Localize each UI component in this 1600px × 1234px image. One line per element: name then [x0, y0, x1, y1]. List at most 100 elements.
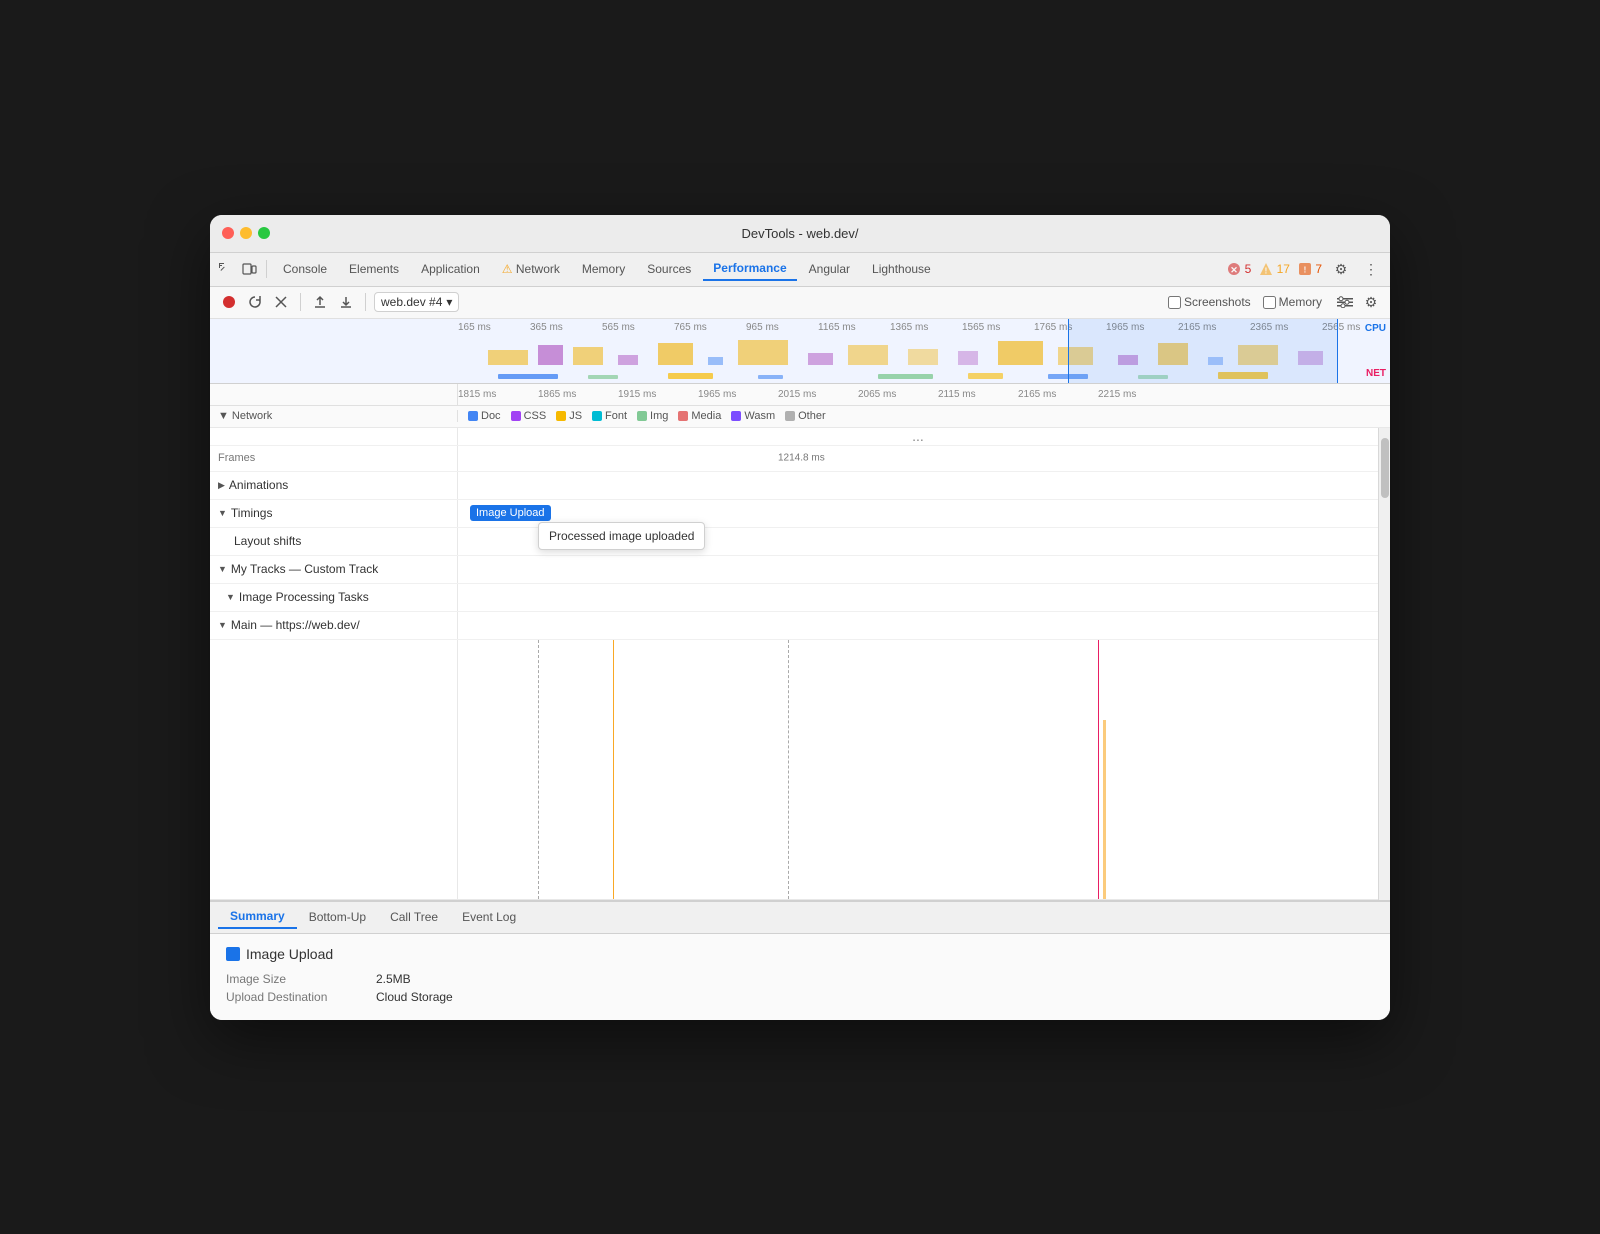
- reload-record-button[interactable]: [244, 291, 266, 313]
- my-tracks-content: [458, 556, 1378, 583]
- tab-console[interactable]: Console: [273, 258, 337, 280]
- font-dot: [592, 411, 602, 421]
- animations-label[interactable]: ▶ Animations: [210, 472, 458, 499]
- js-dot: [556, 411, 566, 421]
- settings-perf-icon[interactable]: ⚙: [1360, 291, 1382, 313]
- ruler2-label-col: [210, 384, 458, 405]
- timings-row[interactable]: ▼ Timings Image Upload Processed image u…: [210, 500, 1378, 528]
- tick-2015: 2015 ms: [778, 389, 816, 400]
- legend-css: CSS: [511, 410, 547, 422]
- network-legend: ▼ Network Doc CSS JS Font Img: [210, 406, 1390, 428]
- clear-button[interactable]: [270, 291, 292, 313]
- tab-summary[interactable]: Summary: [218, 905, 297, 929]
- my-tracks-collapse-icon[interactable]: ▼: [218, 564, 227, 574]
- tab-elements[interactable]: Elements: [339, 258, 409, 280]
- inspect-icon[interactable]: [214, 258, 236, 280]
- layout-shifts-label: Layout shifts: [210, 528, 458, 555]
- warning-badge: ! 17: [1259, 262, 1290, 277]
- yellow-block: [1103, 720, 1106, 899]
- overview-chart[interactable]: 165 ms 365 ms 565 ms 765 ms 965 ms 1165 …: [458, 319, 1390, 383]
- close-button[interactable]: [222, 227, 234, 239]
- image-processing-label[interactable]: ▼ Image Processing Tasks: [210, 584, 458, 611]
- network-legend-label[interactable]: ▼ Network: [210, 410, 458, 422]
- my-tracks-label[interactable]: ▼ My Tracks — Custom Track: [210, 556, 458, 583]
- summary-color-block: [226, 947, 240, 961]
- cpu-label: CPU: [1365, 323, 1386, 334]
- other-dot: [785, 411, 795, 421]
- frames-timestamp: 1214.8 ms: [778, 453, 825, 464]
- error-badge: ✕ 5: [1227, 262, 1251, 277]
- main-collapse-icon[interactable]: ▼: [218, 620, 227, 630]
- main-thread-row[interactable]: ▼ Main — https://web.dev/: [210, 612, 1378, 640]
- window-title: DevTools - web.dev/: [741, 226, 858, 241]
- profile-selector[interactable]: web.dev #4 ▾: [374, 292, 459, 312]
- image-processing-collapse-icon[interactable]: ▼: [226, 592, 235, 602]
- network-collapse-icon: ▼: [218, 410, 229, 422]
- legend-items: Doc CSS JS Font Img Media: [458, 410, 826, 422]
- tab-memory[interactable]: Memory: [572, 258, 635, 280]
- devtools-window: DevTools - web.dev/ Console Elements App…: [210, 215, 1390, 1020]
- memory-checkbox[interactable]: [1263, 296, 1276, 309]
- legend-js: JS: [556, 410, 582, 422]
- animations-collapse-icon[interactable]: ▶: [218, 480, 225, 491]
- bottom-tab-bar: Summary Bottom-Up Call Tree Event Log: [210, 902, 1390, 934]
- memory-toggle[interactable]: Memory: [1263, 295, 1322, 309]
- maximize-button[interactable]: [258, 227, 270, 239]
- violation-badge: ! 7: [1298, 262, 1322, 277]
- legend-media: Media: [678, 410, 721, 422]
- ellipsis-row: ...: [210, 428, 1378, 446]
- timings-label[interactable]: ▼ Timings: [210, 500, 458, 527]
- summary-title: Image Upload: [226, 946, 1374, 962]
- record-button[interactable]: [218, 291, 240, 313]
- tab-network[interactable]: ⚠ Network: [492, 258, 570, 280]
- tab-call-tree[interactable]: Call Tree: [378, 906, 450, 928]
- scrollbar-thumb[interactable]: [1381, 438, 1389, 498]
- wasm-dot: [731, 411, 741, 421]
- upload-button[interactable]: [309, 291, 331, 313]
- main-thread-label[interactable]: ▼ Main — https://web.dev/: [210, 612, 458, 639]
- timing-tooltip: Processed image uploaded: [538, 522, 705, 550]
- main-thread-content: [458, 612, 1378, 639]
- svg-text:!: !: [1265, 267, 1268, 276]
- devtools-tab-bar: Console Elements Application ⚠ Network M…: [210, 253, 1390, 287]
- frames-row: Frames 1214.8 ms: [210, 446, 1378, 472]
- image-processing-content: [458, 584, 1378, 611]
- timeline-selection[interactable]: [1068, 319, 1338, 383]
- image-upload-marker[interactable]: Image Upload: [470, 505, 551, 521]
- screenshots-toggle[interactable]: Screenshots: [1168, 295, 1251, 309]
- tick-2115: 2115 ms: [938, 389, 976, 400]
- tick-1965: 1965 ms: [698, 389, 736, 400]
- ruler2-ticks: 1815 ms 1865 ms 1915 ms 1965 ms 2015 ms …: [458, 384, 1390, 405]
- perf-toolbar: web.dev #4 ▾ Screenshots Memory ⚙: [210, 287, 1390, 319]
- flame-chart[interactable]: [458, 640, 1378, 899]
- tab-bottom-up[interactable]: Bottom-Up: [297, 906, 378, 928]
- my-tracks-row[interactable]: ▼ My Tracks — Custom Track: [210, 556, 1378, 584]
- minimize-button[interactable]: [240, 227, 252, 239]
- frames-label: Frames: [210, 446, 458, 471]
- pink-vline-1: [1098, 640, 1099, 899]
- tab-event-log[interactable]: Event Log: [450, 906, 528, 928]
- screenshots-checkbox[interactable]: [1168, 296, 1181, 309]
- tab-performance[interactable]: Performance: [703, 257, 796, 281]
- animations-row[interactable]: ▶ Animations: [210, 472, 1378, 500]
- legend-img: Img: [637, 410, 668, 422]
- svg-text:!: !: [1304, 266, 1307, 275]
- tab-lighthouse[interactable]: Lighthouse: [862, 258, 941, 280]
- tab-sources[interactable]: Sources: [637, 258, 701, 280]
- yellow-vline: [613, 640, 614, 899]
- tick-2065: 2065 ms: [858, 389, 896, 400]
- css-dot: [511, 411, 521, 421]
- animations-content: [458, 472, 1378, 499]
- settings-icon[interactable]: ⚙: [1330, 258, 1352, 280]
- frames-content: 1214.8 ms: [458, 446, 1378, 471]
- doc-dot: [468, 411, 478, 421]
- image-processing-row[interactable]: ▼ Image Processing Tasks: [210, 584, 1378, 612]
- device-toggle-icon[interactable]: [238, 258, 260, 280]
- scrollbar[interactable]: [1378, 428, 1390, 900]
- timings-collapse-icon[interactable]: ▼: [218, 508, 227, 518]
- more-options-icon[interactable]: ⋮: [1360, 258, 1382, 280]
- tab-angular[interactable]: Angular: [799, 258, 860, 280]
- capture-settings-icon[interactable]: [1334, 291, 1356, 313]
- tab-application[interactable]: Application: [411, 258, 490, 280]
- download-button[interactable]: [335, 291, 357, 313]
